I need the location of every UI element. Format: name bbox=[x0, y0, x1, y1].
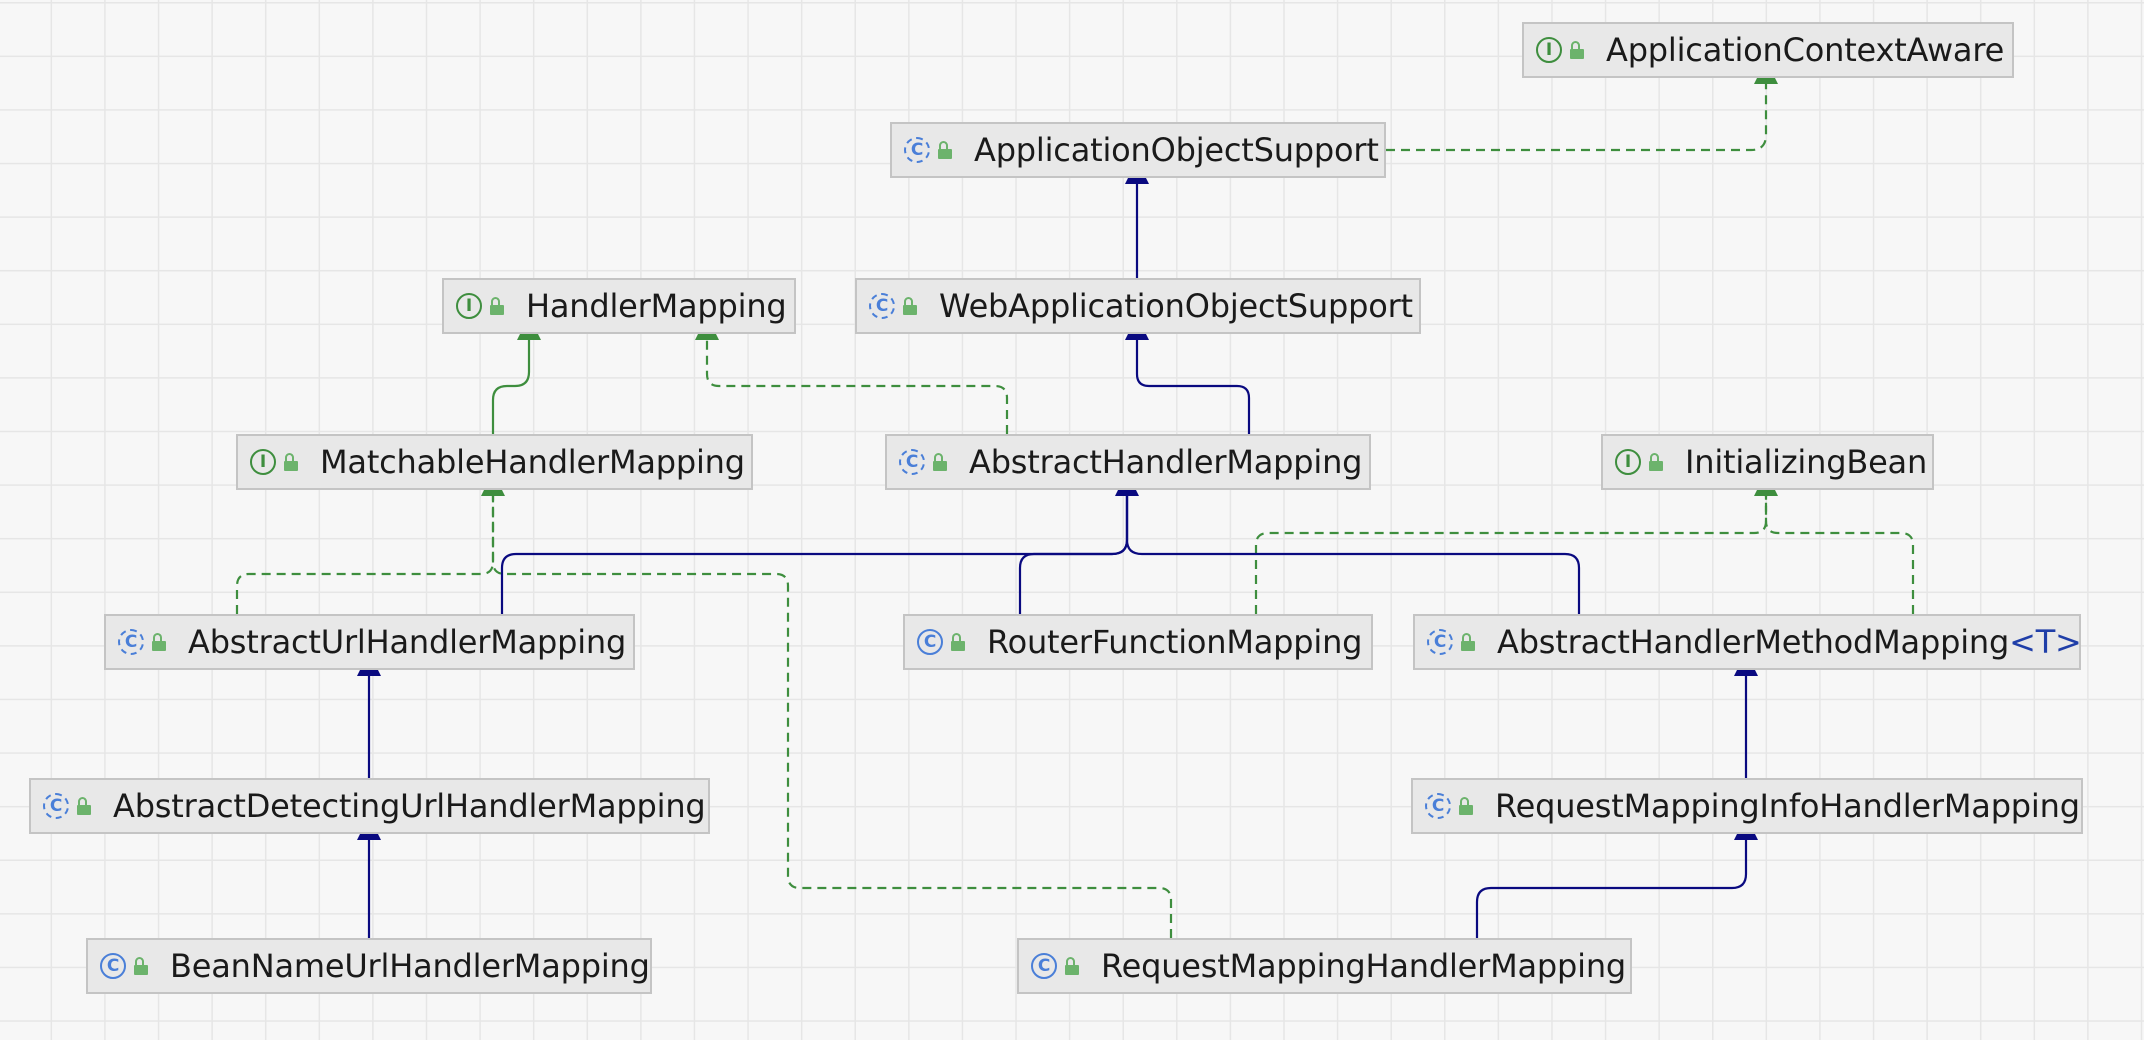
node-abstract-url-handler-mapping[interactable]: C AbstractUrlHandlerMapping bbox=[104, 614, 635, 670]
node-label: AbstractHandlerMapping bbox=[969, 443, 1363, 481]
public-access-icon bbox=[1570, 41, 1586, 59]
edge-rmhm-to-mhm bbox=[491, 494, 1173, 938]
public-access-icon bbox=[284, 453, 300, 471]
node-application-object-support[interactable]: C ApplicationObjectSupport bbox=[890, 122, 1386, 178]
public-access-icon bbox=[951, 633, 967, 651]
public-access-icon bbox=[1459, 797, 1475, 815]
interface-icon: I bbox=[1536, 37, 1562, 63]
node-request-mapping-info-handler-mapping[interactable]: C RequestMappingInfoHandlerMapping bbox=[1411, 778, 2083, 834]
node-label: RouterFunctionMapping bbox=[987, 623, 1363, 661]
abstract-class-icon: C bbox=[43, 793, 69, 819]
node-label: AbstractDetectingUrlHandlerMapping bbox=[113, 787, 706, 825]
node-label: RequestMappingInfoHandlerMapping bbox=[1495, 787, 2080, 825]
public-access-icon bbox=[1649, 453, 1665, 471]
public-access-icon bbox=[77, 797, 93, 815]
class-hierarchy-diagram: I ApplicationContextAware C ApplicationO… bbox=[0, 0, 2144, 1040]
node-label: AbstractUrlHandlerMapping bbox=[188, 623, 627, 661]
public-access-icon bbox=[1461, 633, 1477, 651]
edge-mhm-to-hm bbox=[491, 338, 531, 434]
node-label: ApplicationObjectSupport bbox=[974, 131, 1379, 169]
edge-aos-to-aca bbox=[1386, 82, 1768, 152]
edge-auhm-to-mhm bbox=[235, 494, 495, 614]
public-access-icon bbox=[933, 453, 949, 471]
node-label: HandlerMapping bbox=[526, 287, 787, 325]
public-access-icon bbox=[903, 297, 919, 315]
class-icon: C bbox=[100, 953, 126, 979]
class-icon: C bbox=[1031, 953, 1057, 979]
abstract-class-icon: C bbox=[1427, 629, 1453, 655]
abstract-class-icon: C bbox=[899, 449, 925, 475]
edge-rmhm-to-rmihm bbox=[1475, 838, 1748, 938]
node-web-application-object-support[interactable]: C WebApplicationObjectSupport bbox=[855, 278, 1421, 334]
interface-icon: I bbox=[1615, 449, 1641, 475]
node-request-mapping-handler-mapping[interactable]: C RequestMappingHandlerMapping bbox=[1017, 938, 1632, 994]
class-icon: C bbox=[917, 629, 943, 655]
node-initializing-bean[interactable]: I InitializingBean bbox=[1601, 434, 1934, 490]
node-bean-name-url-handler-mapping[interactable]: C BeanNameUrlHandlerMapping bbox=[86, 938, 652, 994]
edge-ahm-to-waos bbox=[1135, 338, 1251, 434]
public-access-icon bbox=[490, 297, 506, 315]
interface-icon: I bbox=[250, 449, 276, 475]
node-application-context-aware[interactable]: I ApplicationContextAware bbox=[1522, 22, 2014, 78]
node-abstract-detecting-url-handler-mapping[interactable]: C AbstractDetectingUrlHandlerMapping bbox=[29, 778, 710, 834]
edge-ahmm-to-ahm bbox=[1125, 494, 1581, 614]
node-label: InitializingBean bbox=[1685, 443, 1928, 481]
edge-ahm-to-hm bbox=[705, 338, 1009, 434]
node-matchable-handler-mapping[interactable]: I MatchableHandlerMapping bbox=[236, 434, 753, 490]
type-parameter: <T> bbox=[2009, 623, 2082, 661]
node-label: RequestMappingHandlerMapping bbox=[1101, 947, 1627, 985]
node-label: MatchableHandlerMapping bbox=[320, 443, 745, 481]
abstract-class-icon: C bbox=[869, 293, 895, 319]
public-access-icon bbox=[938, 141, 954, 159]
node-label: ApplicationContextAware bbox=[1606, 31, 2005, 69]
node-abstract-handler-mapping[interactable]: C AbstractHandlerMapping bbox=[885, 434, 1371, 490]
node-label: AbstractHandlerMethodMapping bbox=[1497, 623, 2010, 661]
abstract-class-icon: C bbox=[118, 629, 144, 655]
abstract-class-icon: C bbox=[1425, 793, 1451, 819]
abstract-class-icon: C bbox=[904, 137, 930, 163]
edge-rfm-to-ahm bbox=[1018, 494, 1129, 614]
node-handler-mapping[interactable]: I HandlerMapping bbox=[442, 278, 796, 334]
node-router-function-mapping[interactable]: C RouterFunctionMapping bbox=[903, 614, 1373, 670]
node-abstract-handler-method-mapping[interactable]: C AbstractHandlerMethodMapping <T> bbox=[1413, 614, 2082, 670]
edge-ahmm-to-ib bbox=[1764, 494, 1915, 614]
node-label: BeanNameUrlHandlerMapping bbox=[170, 947, 650, 985]
interface-icon: I bbox=[456, 293, 482, 319]
public-access-icon bbox=[134, 957, 150, 975]
public-access-icon bbox=[1065, 957, 1081, 975]
public-access-icon bbox=[152, 633, 168, 651]
node-label: WebApplicationObjectSupport bbox=[939, 287, 1413, 325]
